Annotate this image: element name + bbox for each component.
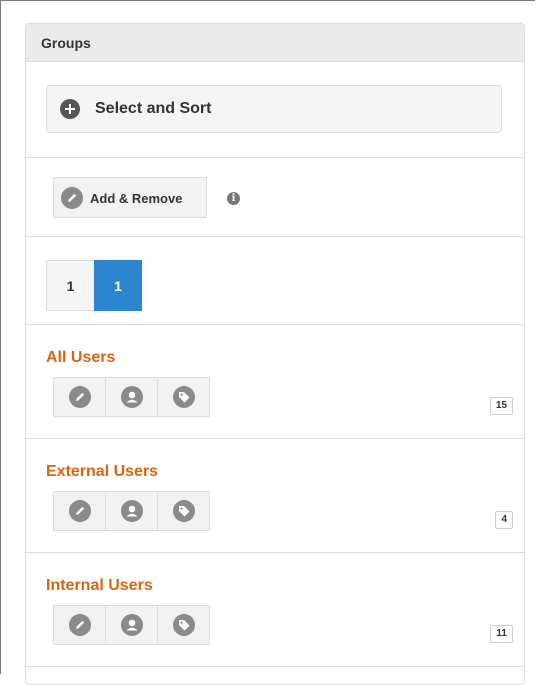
pagination: 1 1	[46, 260, 142, 311]
group-tag-button[interactable]	[158, 492, 209, 530]
pencil-icon	[61, 187, 83, 209]
group-action-buttons	[53, 377, 210, 417]
page-button-current[interactable]: 1	[94, 260, 142, 311]
group-title[interactable]: External Users	[46, 463, 158, 481]
group-action-buttons	[53, 605, 210, 645]
pencil-icon	[68, 500, 91, 522]
group-title[interactable]: Internal Users	[46, 577, 153, 595]
add-remove-label: Add & Remove	[90, 191, 183, 206]
groups-panel: Groups Select and Sort Add & Remove i 1	[25, 23, 525, 685]
plus-circle-icon	[60, 99, 80, 119]
group-members-button[interactable]	[106, 378, 158, 416]
pager-section: 1 1	[26, 237, 524, 325]
tag-icon	[172, 614, 195, 636]
group-title[interactable]: All Users	[46, 349, 115, 367]
group-item-all-users: All Users 15	[26, 325, 524, 439]
tag-icon	[172, 500, 195, 522]
group-item-internal-users: Internal Users 11	[26, 553, 524, 667]
window-frame: Groups Select and Sort Add & Remove i 1	[0, 0, 535, 685]
user-icon	[120, 386, 143, 408]
member-count-badge: 4	[495, 511, 513, 529]
edit-group-button[interactable]	[54, 606, 106, 644]
group-members-button[interactable]	[106, 492, 158, 530]
group-item-external-users: External Users 4	[26, 439, 524, 553]
select-and-sort-label: Select and Sort	[95, 100, 212, 117]
add-remove-button[interactable]: Add & Remove	[53, 177, 207, 218]
edit-group-button[interactable]	[54, 378, 106, 416]
select-sort-section: Select and Sort	[26, 62, 524, 158]
page-button-1[interactable]: 1	[46, 260, 94, 311]
user-icon	[120, 500, 143, 522]
member-count-badge: 11	[490, 625, 513, 643]
info-icon[interactable]: i	[227, 192, 240, 205]
panel-heading: Groups	[26, 24, 524, 62]
group-action-buttons	[53, 491, 210, 531]
group-tag-button[interactable]	[158, 378, 209, 416]
pencil-icon	[68, 386, 91, 408]
group-members-button[interactable]	[106, 606, 158, 644]
add-remove-section: Add & Remove i	[26, 158, 524, 237]
edit-group-button[interactable]	[54, 492, 106, 530]
user-icon	[120, 614, 143, 636]
member-count-badge: 15	[489, 397, 513, 415]
select-and-sort-button[interactable]: Select and Sort	[46, 85, 502, 133]
tag-icon	[172, 386, 195, 408]
pencil-icon	[68, 614, 91, 636]
group-tag-button[interactable]	[158, 606, 209, 644]
